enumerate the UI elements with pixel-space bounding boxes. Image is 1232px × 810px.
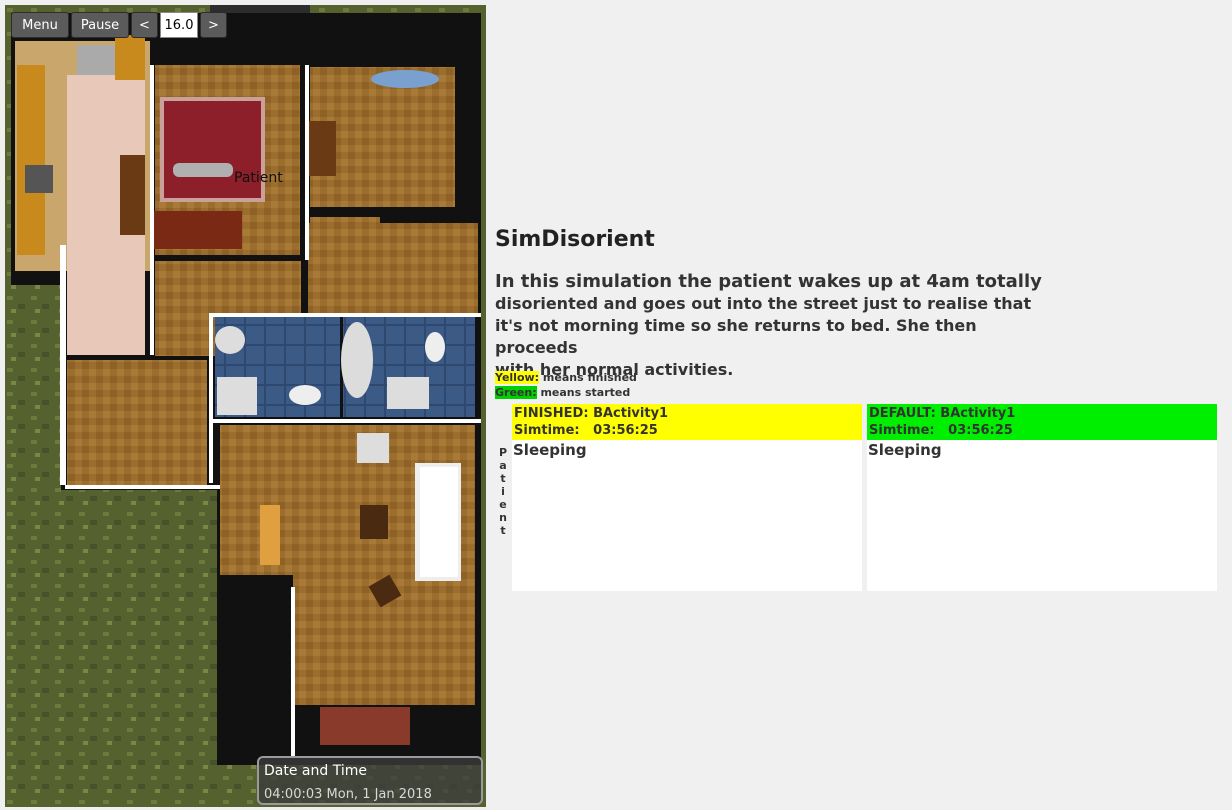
activity-simtime: Simtime: 03:56:25 (514, 423, 658, 438)
simulation-title: SimDisorient (495, 227, 655, 252)
finished-activity-column: FINISHED: BActivity1 Simtime: 03:56:25 S… (512, 404, 862, 591)
legend-item-green: Green: means started (495, 385, 637, 400)
activity-status: Sleeping (868, 441, 942, 459)
color-legend: Yellow: means finished Green: means star… (495, 370, 637, 400)
activity-title: FINISHED: BActivity1 (514, 406, 669, 421)
activity-simtime: Simtime: 03:56:25 (869, 423, 1013, 438)
row-label-letter: a (499, 459, 507, 472)
default-activity-column: DEFAULT: BActivity1 Simtime: 03:56:25 Sl… (867, 404, 1217, 591)
row-label-letter: e (499, 498, 507, 511)
green-key: Green: (495, 386, 537, 399)
legend-item-yellow: Yellow: means finished (495, 370, 637, 385)
simulation-description: In this simulation the patient wakes up … (495, 271, 1055, 381)
pause-button[interactable]: Pause (71, 12, 129, 38)
green-meaning: means started (536, 386, 631, 399)
patient-label[interactable]: Patient (234, 170, 283, 186)
speed-input[interactable] (160, 12, 198, 38)
activity-header: FINISHED: BActivity1 Simtime: 03:56:25 (512, 404, 862, 440)
description-line: In this simulation the patient wakes up … (495, 271, 1042, 292)
activity-status: Sleeping (513, 441, 587, 459)
simulation-viewport[interactable]: Patient Menu Pause < > Date and Time 04:… (5, 5, 486, 807)
patient-row-label: Patient (496, 446, 510, 537)
date-time-value: 04:00:03 Mon, 1 Jan 2018 (264, 787, 432, 802)
activity-header: DEFAULT: BActivity1 Simtime: 03:56:25 (867, 404, 1217, 440)
row-label-letter: t (500, 472, 506, 485)
description-line: it's not morning time so she returns to … (495, 316, 977, 357)
row-label-letter: i (501, 485, 505, 498)
yellow-meaning: means finished (539, 371, 637, 384)
faster-button[interactable]: > (200, 12, 227, 38)
row-label-letter: n (499, 511, 507, 524)
floor-plan (5, 5, 486, 807)
date-time-title: Date and Time (264, 763, 367, 779)
activity-title: DEFAULT: BActivity1 (869, 406, 1016, 421)
row-label-letter: t (500, 524, 506, 537)
description-line: disoriented and goes out into the street… (495, 294, 1032, 313)
yellow-key: Yellow: (495, 371, 540, 384)
row-label-letter: P (498, 446, 508, 459)
menu-button[interactable]: Menu (11, 12, 69, 38)
simulation-toolbar: Menu Pause < > (11, 12, 227, 38)
slower-button[interactable]: < (131, 12, 158, 38)
date-time-panel: Date and Time 04:00:03 Mon, 1 Jan 2018 (257, 756, 483, 805)
